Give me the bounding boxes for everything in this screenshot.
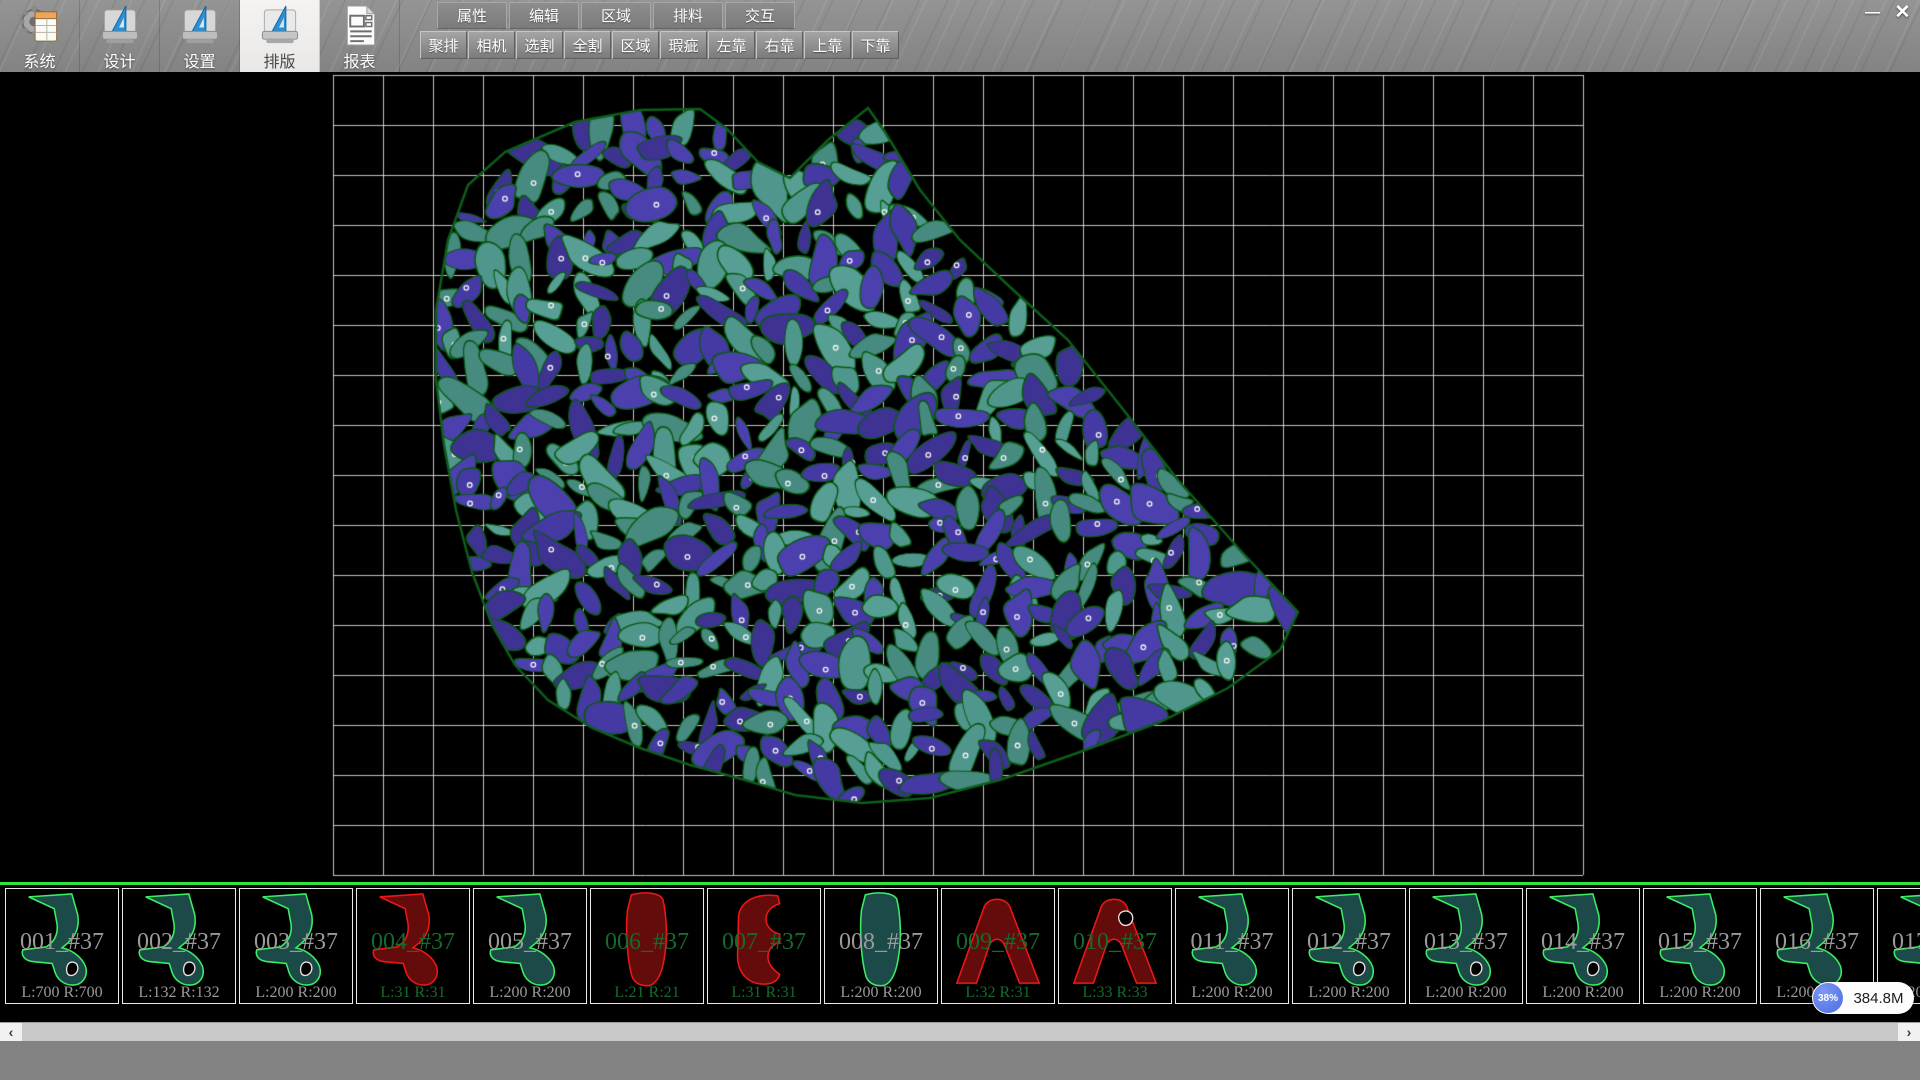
piece-lr-count-label: L:200 R:200 [474, 984, 586, 1002]
tool-select-cut[interactable]: 选割 [516, 31, 563, 59]
thumbnail-cell[interactable]: 008_#37 L:200 R:200 [824, 888, 938, 1004]
window-controls: — ✕ [1859, 2, 1916, 22]
horizontal-scrollbar[interactable]: ‹ › [0, 1022, 1920, 1041]
piece-id-label: 006_#37 [591, 929, 703, 956]
piece-id-label: 007_#37 [708, 929, 820, 956]
piece-lr-count-label: L:32 R:31 [942, 984, 1054, 1002]
tool-defect[interactable]: 瑕疵 [660, 31, 707, 59]
thumbnail-cell[interactable]: 011_#37 L:200 R:200 [1175, 888, 1289, 1004]
piece-lr-count-label: L:200 R:200 [1644, 984, 1756, 1002]
close-button[interactable]: ✕ [1889, 2, 1916, 22]
piece-id-label: 015_#37 [1644, 929, 1756, 956]
nesting-workarea[interactable] [0, 72, 1920, 882]
tool-cut-all[interactable]: 全割 [564, 31, 611, 59]
piece-lr-count-label: L:31 R:31 [708, 984, 820, 1002]
thumbnail-cell[interactable]: 014_#37 L:200 R:200 [1526, 888, 1640, 1004]
thumbnail-cell[interactable]: 013_#37 L:200 R:200 [1409, 888, 1523, 1004]
thumbnail-cell[interactable]: 004_#37 L:31 R:31 [356, 888, 470, 1004]
piece-id-label: 004_#37 [357, 929, 469, 956]
thumbnail-cell[interactable]: 009_#37 L:32 R:31 [941, 888, 1055, 1004]
status-bar [0, 1041, 1920, 1080]
piece-id-label: 008_#37 [825, 929, 937, 956]
menu-nesting[interactable]: 排料 [653, 2, 723, 29]
piece-id-label: 009_#37 [942, 929, 1054, 956]
app-tab-design[interactable]: 设计 [80, 0, 160, 72]
piece-lr-count-label: L:21 R:21 [591, 984, 703, 1002]
scroll-left-button[interactable]: ‹ [0, 1023, 22, 1041]
memory-value-label: 384.8M [1843, 990, 1914, 1007]
menu-region[interactable]: 区域 [581, 2, 651, 29]
report-document-icon [337, 4, 383, 47]
tool-align-bottom[interactable]: 下靠 [852, 31, 899, 59]
minimize-button[interactable]: — [1859, 2, 1886, 22]
app-tab-report[interactable]: 报表 [320, 0, 400, 72]
menu-interaction[interactable]: 交互 [725, 2, 795, 29]
piece-lr-count-label: L:132 R:132 [123, 984, 235, 1002]
tool-cluster-nest[interactable]: 聚排 [420, 31, 467, 59]
gear-list-icon [17, 4, 63, 47]
thumbnail-strip-section: 001_#37 L:700 R:700 002_#37 L:132 R:132 … [0, 882, 1920, 1022]
thumbnail-cell[interactable]: 015_#37 L:200 R:200 [1643, 888, 1757, 1004]
set-square-icon [97, 4, 143, 47]
thumbnail-cell[interactable]: 007_#37 L:31 R:31 [707, 888, 821, 1004]
piece-lr-count-label: L:200 R:200 [1527, 984, 1639, 1002]
piece-lr-count-label: L:700 R:700 [6, 984, 118, 1002]
piece-lr-count-label: L:200 R:200 [240, 984, 352, 1002]
thumbnail-cell[interactable]: 012_#37 L:200 R:200 [1292, 888, 1406, 1004]
piece-id-label: 002_#37 [123, 929, 235, 956]
tool-align-left[interactable]: 左靠 [708, 31, 755, 59]
piece-id-label: 011_#37 [1176, 929, 1288, 956]
app-tab-label: 设计 [103, 48, 135, 72]
application-window: 系统 设计 设置 [0, 0, 1920, 1080]
nesting-canvas[interactable] [0, 72, 1920, 882]
piece-lr-count-label: L:200 R:200 [825, 984, 937, 1002]
piece-id-label: 005_#37 [474, 929, 586, 956]
tool-bar: 聚排 相机 选割 全割 区域 瑕疵 左靠 右靠 上靠 下靠 [420, 31, 899, 59]
piece-lr-count-label: L:31 R:31 [357, 984, 469, 1002]
menu-attributes[interactable]: 属性 [437, 2, 507, 29]
set-square-icon [257, 4, 303, 47]
thumbnail-cell[interactable]: 010_#37 L:33 R:33 [1058, 888, 1172, 1004]
menu-edit[interactable]: 编辑 [509, 2, 579, 29]
titlebar: 系统 设计 设置 [0, 0, 1920, 73]
tool-align-right[interactable]: 右靠 [756, 31, 803, 59]
thumbnail-cell[interactable]: 006_#37 L:21 R:21 [590, 888, 704, 1004]
app-tab-settings[interactable]: 设置 [160, 0, 240, 72]
thumbnail-strip: 001_#37 L:700 R:700 002_#37 L:132 R:132 … [5, 888, 1920, 1004]
thumbnail-cell[interactable]: 005_#37 L:200 R:200 [473, 888, 587, 1004]
piece-id-label: 003_#37 [240, 929, 352, 956]
app-tab-label: 系统 [23, 48, 55, 72]
memory-percent-ring: 38% [1813, 983, 1843, 1013]
scroll-right-button[interactable]: › [1898, 1023, 1920, 1041]
thumbnail-cell[interactable]: 003_#37 L:200 R:200 [239, 888, 353, 1004]
app-tab-nesting-active[interactable]: 排版 [240, 0, 320, 72]
thumbnail-cell[interactable]: 002_#37 L:132 R:132 [122, 888, 236, 1004]
piece-id-label: 014_#37 [1527, 929, 1639, 956]
memory-monitor-badge[interactable]: 38% 384.8M [1812, 982, 1914, 1014]
piece-id-label: 012_#37 [1293, 929, 1405, 956]
menu-bar: 属性 编辑 区域 排料 交互 [437, 2, 795, 29]
tool-align-top[interactable]: 上靠 [804, 31, 851, 59]
piece-lr-count-label: L:33 R:33 [1059, 984, 1171, 1002]
tool-camera[interactable]: 相机 [468, 31, 515, 59]
piece-id-label: 010_#37 [1059, 929, 1171, 956]
thumbnail-cell[interactable]: 001_#37 L:700 R:700 [5, 888, 119, 1004]
piece-id-label: 016_#37 [1761, 929, 1873, 956]
piece-lr-count-label: L:200 R:200 [1293, 984, 1405, 1002]
app-tab-bar: 系统 设计 设置 [0, 0, 400, 72]
app-tab-label: 设置 [183, 48, 215, 72]
app-tab-label: 报表 [343, 48, 375, 72]
piece-id-label: 013_#37 [1410, 929, 1522, 956]
app-tab-system[interactable]: 系统 [0, 0, 80, 72]
piece-id-label: 001_#37 [6, 929, 118, 956]
piece-id-label: 017_#37 [1878, 929, 1920, 956]
set-square-icon [177, 4, 223, 47]
app-tab-label: 排版 [263, 48, 295, 72]
piece-lr-count-label: L:200 R:200 [1176, 984, 1288, 1002]
piece-lr-count-label: L:200 R:200 [1410, 984, 1522, 1002]
tool-region[interactable]: 区域 [612, 31, 659, 59]
